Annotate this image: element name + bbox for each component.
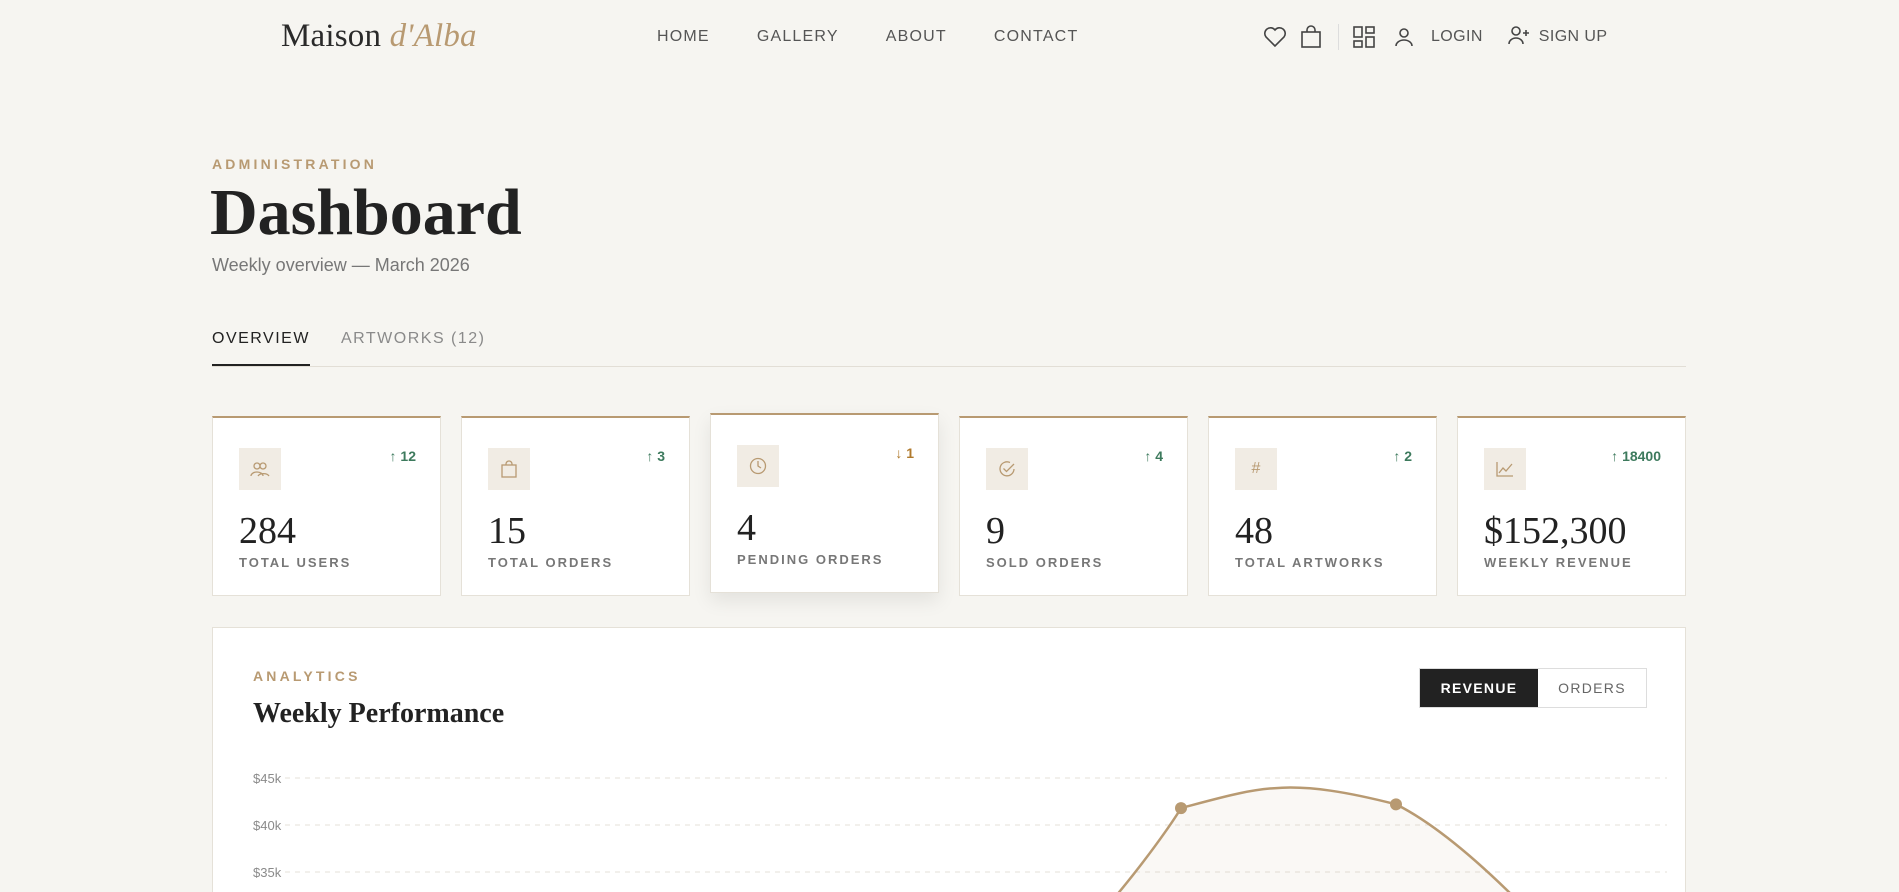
tab-overview[interactable]: OVERVIEW [212, 330, 310, 366]
arrow-up-icon: ↑ [1393, 448, 1405, 464]
check-circle-icon [986, 448, 1028, 490]
analytics-eyebrow: ANALYTICS [253, 668, 361, 684]
revenue-area [1119, 787, 1509, 892]
arrow-up-icon: ↑ [389, 448, 401, 464]
stat-card-total-orders[interactable]: ↑ 3 15 TOTAL ORDERS [461, 416, 690, 596]
stat-card-total-users[interactable]: ↑ 12 284 TOTAL USERS [212, 416, 441, 596]
arrow-up-icon: ↑ [1144, 448, 1156, 464]
stat-delta-value: 4 [1155, 448, 1163, 464]
dashboard-grid-icon[interactable] [1351, 24, 1377, 50]
login-label: LOGIN [1431, 28, 1483, 45]
logo-main-text: Maison [281, 18, 382, 54]
page-title: Dashboard [210, 176, 522, 249]
site-logo[interactable]: Maison d'Alba [281, 18, 477, 55]
user-plus-icon [1507, 24, 1531, 51]
users-icon [239, 448, 281, 490]
chart-y-tick-label: $40k [253, 818, 282, 833]
page-subtitle: Weekly overview — March 2026 [212, 255, 470, 275]
stat-delta-value: 18400 [1622, 448, 1661, 464]
hash-icon: # [1235, 448, 1277, 490]
stat-value: 48 [1235, 510, 1273, 552]
bag-icon [488, 448, 530, 490]
chart-y-tick-label: $35k [253, 865, 282, 880]
stat-label: TOTAL ARTWORKS [1235, 555, 1385, 570]
signup-link[interactable]: SIGN UP [1507, 24, 1608, 51]
nav-contact-link[interactable]: CONTACT [994, 28, 1079, 46]
stat-delta-value: 3 [657, 448, 665, 464]
stat-card-weekly-revenue[interactable]: ↑ 18400 $152,300 WEEKLY REVENUE [1457, 416, 1686, 596]
analytics-panel: ANALYTICS Weekly Performance REVENUE ORD… [212, 627, 1686, 892]
stat-delta-value: 12 [400, 448, 416, 464]
header-tools: LOGIN SIGN UP [1262, 22, 1607, 52]
stat-delta: ↑ 12 [390, 448, 416, 464]
signup-label: SIGN UP [1538, 28, 1608, 45]
stat-delta: ↑ 18400 [1611, 448, 1661, 464]
chart-line-icon [1484, 448, 1526, 490]
page-eyebrow: ADMINISTRATION [212, 156, 378, 172]
stat-value: 9 [986, 510, 1005, 552]
orders-toggle-button[interactable]: ORDERS [1538, 669, 1646, 707]
metric-toggle: REVENUE ORDERS [1419, 668, 1647, 708]
shopping-bag-icon[interactable] [1298, 24, 1324, 50]
stats-row: ↑ 12 284 TOTAL USERS ↑ 3 15 TOTAL ORDERS… [212, 413, 1686, 596]
logo-accent-text: d'Alba [389, 18, 477, 54]
stat-delta: ↓ 1 [895, 445, 914, 461]
top-navigation-bar: Maison d'Alba HOME GALLERY ABOUT CONTACT… [0, 0, 1899, 74]
chart-y-tick-label: $45k [253, 771, 282, 786]
arrow-up-icon: ↑ [1611, 448, 1623, 464]
stat-delta-value: 1 [906, 445, 914, 461]
stat-value: 4 [737, 507, 756, 549]
stat-label: PENDING ORDERS [737, 552, 884, 567]
stat-label: SOLD ORDERS [986, 555, 1104, 570]
clock-icon [737, 445, 779, 487]
nav-about-link[interactable]: ABOUT [886, 28, 947, 46]
revenue-toggle-button[interactable]: REVENUE [1420, 669, 1538, 707]
nav-home-link[interactable]: HOME [657, 28, 710, 46]
arrow-down-icon: ↓ [895, 445, 907, 461]
stat-delta: ↑ 4 [1144, 448, 1163, 464]
stat-value: 284 [239, 510, 296, 552]
stat-value: 15 [488, 510, 526, 552]
stat-card-total-artworks[interactable]: # ↑ 2 48 TOTAL ARTWORKS [1208, 416, 1437, 596]
chart-data-point[interactable] [1390, 798, 1402, 811]
stat-label: WEEKLY REVENUE [1484, 555, 1633, 570]
tab-artworks[interactable]: ARTWORKS (12) [341, 330, 486, 366]
login-link[interactable]: LOGIN [1431, 28, 1483, 46]
stat-label: TOTAL USERS [239, 555, 352, 570]
heart-icon[interactable] [1262, 24, 1288, 50]
stat-card-sold-orders[interactable]: ↑ 4 9 SOLD ORDERS [959, 416, 1188, 596]
dashboard-tabs: OVERVIEW ARTWORKS (12) [212, 330, 1686, 367]
arrow-up-icon: ↑ [646, 448, 658, 464]
nav-gallery-link[interactable]: GALLERY [757, 28, 839, 46]
stat-card-pending-orders[interactable]: ↓ 1 4 PENDING ORDERS [710, 413, 939, 593]
stat-delta-value: 2 [1404, 448, 1412, 464]
stat-label: TOTAL ORDERS [488, 555, 614, 570]
header-divider [1338, 24, 1339, 50]
stat-delta: ↑ 2 [1393, 448, 1412, 464]
stat-delta: ↑ 3 [646, 448, 665, 464]
main-nav: HOME GALLERY ABOUT CONTACT [657, 28, 1125, 46]
analytics-title: Weekly Performance [253, 698, 505, 729]
weekly-performance-chart: $45k $40k $35k [253, 771, 1667, 892]
user-icon[interactable] [1391, 24, 1417, 50]
stat-value: $152,300 [1484, 510, 1627, 552]
chart-data-point[interactable] [1175, 802, 1187, 815]
